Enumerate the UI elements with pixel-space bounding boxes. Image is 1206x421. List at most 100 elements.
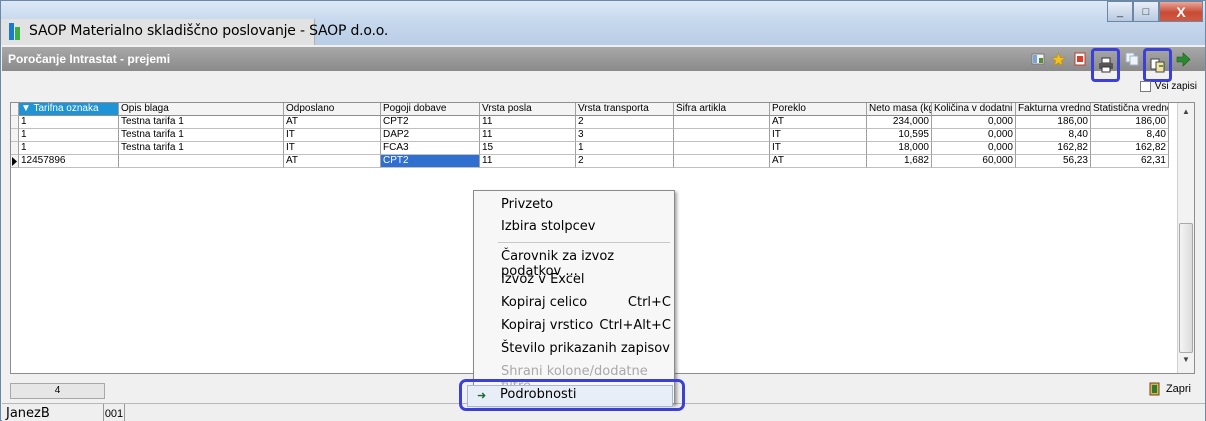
report-icon[interactable] [1070,50,1089,69]
table-cell[interactable]: FCA3 [381,142,480,155]
exit-arrow-icon[interactable] [1174,50,1193,69]
table-cell[interactable]: 62,31 [1091,155,1169,168]
table-cell[interactable] [119,155,284,168]
close-form-button[interactable]: Zapri [1148,382,1191,396]
minimize-button[interactable]: _ [1107,1,1133,22]
form-title: Poročanje Intrastat - prejemi [8,52,171,66]
close-window-button[interactable]: X [1159,1,1203,22]
row-indicator[interactable] [11,116,19,129]
window-title: SAOP Materialno skladiščno poslovanje - … [29,23,389,39]
table-cell[interactable] [674,116,770,129]
column-header[interactable]: Neto masa (kg) [867,103,932,116]
all-records-toggle[interactable]: Vsi zapisi [1139,81,1197,92]
table-cell[interactable]: 3 [576,129,674,142]
column-header[interactable]: Odposlano [284,103,381,116]
table-cell[interactable]: 0,000 [932,129,1016,142]
menu-item-izvoz-excel[interactable]: Izvoz v Excel [501,272,671,292]
status-user: JanezB [6,406,50,421]
maximize-button[interactable]: □ [1133,1,1159,22]
table-cell[interactable]: 1 [19,129,119,142]
scroll-down-icon[interactable]: ▼ [1182,355,1190,364]
table-cell[interactable]: 12457896 [19,155,119,168]
table-cell[interactable]: Testna tarifa 1 [119,129,284,142]
table-cell[interactable]: AT [284,116,381,129]
column-header[interactable]: Pogoji dobave [381,103,480,116]
column-header[interactable]: Vrsta posla [480,103,576,116]
table-cell[interactable]: Testna tarifa 1 [119,142,284,155]
table-cell[interactable]: 2 [576,116,674,129]
column-header[interactable]: Opis blaga [119,103,284,116]
column-header[interactable]: ▼ Tarifna oznaka [19,103,119,116]
table-cell[interactable]: 15 [480,142,576,155]
column-header[interactable]: Vrsta transporta [576,103,674,116]
table-cell[interactable]: 234,000 [867,116,932,129]
table-cell[interactable]: 11 [480,129,576,142]
table-row[interactable]: 1 Testna tarifa 1 AT CPT2 11 2 AT 234,00… [11,116,1169,129]
table-cell[interactable]: 1 [19,142,119,155]
table-cell[interactable]: IT [770,129,867,142]
table-cell[interactable]: DAP2 [381,129,480,142]
all-records-label: Vsi zapisi [1154,81,1197,92]
table-cell[interactable]: AT [284,155,381,168]
table-cell[interactable]: 11 [480,155,576,168]
menu-item-stevilo-zapisov[interactable]: Število prikazanih zapisov [501,341,671,361]
table-cell[interactable]: 1 [576,142,674,155]
table-row-current[interactable]: 12457896 AT CPT2 11 2 AT 1,682 60,000 56… [11,155,1169,168]
title-bar: SAOP Materialno skladiščno poslovanje - … [1,1,1205,45]
table-cell[interactable]: 186,00 [1016,116,1091,129]
row-indicator[interactable] [11,129,19,142]
table-cell[interactable]: 60,000 [932,155,1016,168]
copy-icon[interactable] [1122,50,1141,69]
table-cell[interactable] [674,129,770,142]
table-cell[interactable] [674,142,770,155]
scroll-thumb[interactable] [1179,223,1193,353]
table-cell[interactable]: 162,82 [1091,142,1169,155]
table-cell[interactable]: IT [284,142,381,155]
table-cell[interactable]: 8,40 [1016,129,1091,142]
table-cell[interactable]: AT [770,155,867,168]
menu-item-carovnik-izvoz[interactable]: Čarovnik za izvoz podatkov ... [501,249,671,279]
column-header[interactable]: Količina v dodatni ME [932,103,1016,116]
selected-cell[interactable]: CPT2 [381,155,480,168]
scroll-up-icon[interactable]: ▲ [1182,107,1190,116]
table-cell[interactable]: 18,000 [867,142,932,155]
transfer-icon[interactable] [1143,47,1172,82]
grid-icon[interactable] [1028,50,1047,69]
table-cell[interactable]: 10,595 [867,129,932,142]
menu-item-izbira-stolpcev[interactable]: Izbira stolpcev [501,219,671,239]
menu-separator [498,242,670,243]
table-cell[interactable]: 56,23 [1016,155,1091,168]
menu-item-privzeto[interactable]: Privzeto [501,197,671,217]
table-cell[interactable]: 2 [576,155,674,168]
window-controls: _ □ X [1107,1,1203,22]
table-cell[interactable]: 1 [19,116,119,129]
table-cell[interactable]: 0,000 [932,142,1016,155]
row-indicator[interactable] [11,142,19,155]
table-cell[interactable]: IT [284,129,381,142]
table-cell[interactable]: CPT2 [381,116,480,129]
current-row-indicator[interactable] [11,155,19,168]
column-header[interactable]: Statistična vrednost [1091,103,1169,116]
table-cell[interactable]: 186,00 [1091,116,1169,129]
print-icon[interactable] [1091,47,1120,82]
vertical-scrollbar[interactable]: ▲ ▼ [1177,103,1194,373]
table-cell[interactable]: 1,682 [867,155,932,168]
table-cell[interactable]: AT [770,116,867,129]
menu-item-kopiraj-celico[interactable]: Kopiraj celico Ctrl+C [501,295,671,315]
column-header[interactable]: Šifra artikla [674,103,770,116]
table-row[interactable]: 1 Testna tarifa 1 IT FCA3 15 1 IT 18,000… [11,142,1169,155]
column-header[interactable]: Fakturna vrednost [1016,103,1091,116]
table-cell[interactable]: Testna tarifa 1 [119,116,284,129]
column-header[interactable]: Poreklo [770,103,867,116]
menu-item-kopiraj-vrstico[interactable]: Kopiraj vrstico Ctrl+Alt+C [501,318,671,338]
form-header: Poročanje Intrastat - prejemi [2,47,1205,71]
table-cell[interactable]: 11 [480,116,576,129]
table-cell[interactable]: IT [770,142,867,155]
all-records-checkbox[interactable] [1139,81,1151,92]
table-cell[interactable]: 0,000 [932,116,1016,129]
table-cell[interactable]: 8,40 [1091,129,1169,142]
table-row[interactable]: 1 Testna tarifa 1 IT DAP2 11 3 IT 10,595… [11,129,1169,142]
table-cell[interactable] [674,155,770,168]
table-cell[interactable]: 162,82 [1016,142,1091,155]
star-icon[interactable] [1049,50,1068,69]
